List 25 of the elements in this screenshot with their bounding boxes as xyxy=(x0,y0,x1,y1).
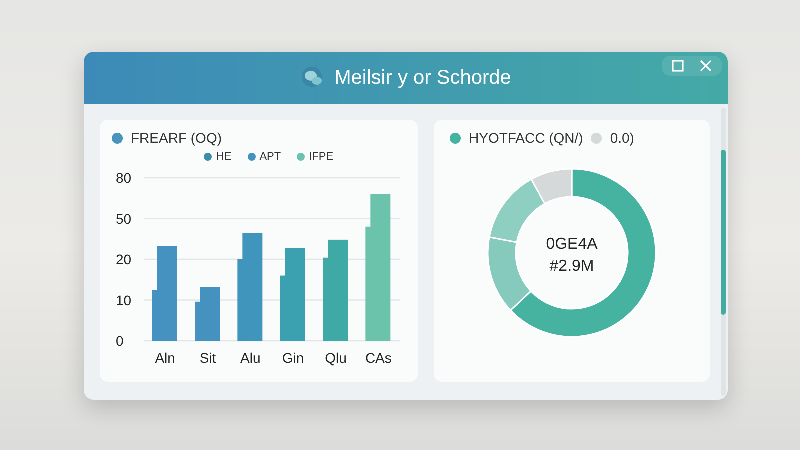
legend-label: IFPE xyxy=(309,150,334,165)
x-category-label: Sit xyxy=(200,350,216,366)
x-category-label: Gin xyxy=(282,350,304,366)
y-tick-label: 0 xyxy=(116,332,124,348)
y-tick-label: 10 xyxy=(116,292,132,308)
legend-label: HYOTFACC (QN/) xyxy=(469,129,584,148)
scrollbar-thumb[interactable] xyxy=(721,150,726,315)
legend-dot xyxy=(112,133,123,144)
x-category-label: Qlu xyxy=(325,350,347,366)
x-category-label: Aln xyxy=(155,350,176,366)
y-tick-label: 80 xyxy=(116,170,132,186)
donut-center-text: #2.9M xyxy=(550,258,594,275)
close-icon xyxy=(700,60,712,72)
legend-label: 0.0) xyxy=(610,129,634,148)
donut-center-text: 0GE4A xyxy=(546,236,598,253)
x-category-label: Alu xyxy=(240,350,261,366)
x-category-label: CAs xyxy=(365,350,392,366)
legend-label: HE xyxy=(216,150,232,165)
legend-label: APT xyxy=(260,150,282,165)
maximize-icon xyxy=(672,60,684,72)
bar xyxy=(195,286,220,340)
y-tick-label: 20 xyxy=(116,251,132,267)
chart-title: FREARF (OQ) xyxy=(131,129,222,148)
window-title: Meilsir y or Schorde xyxy=(334,66,512,91)
y-tick-label: 50 xyxy=(116,210,132,226)
